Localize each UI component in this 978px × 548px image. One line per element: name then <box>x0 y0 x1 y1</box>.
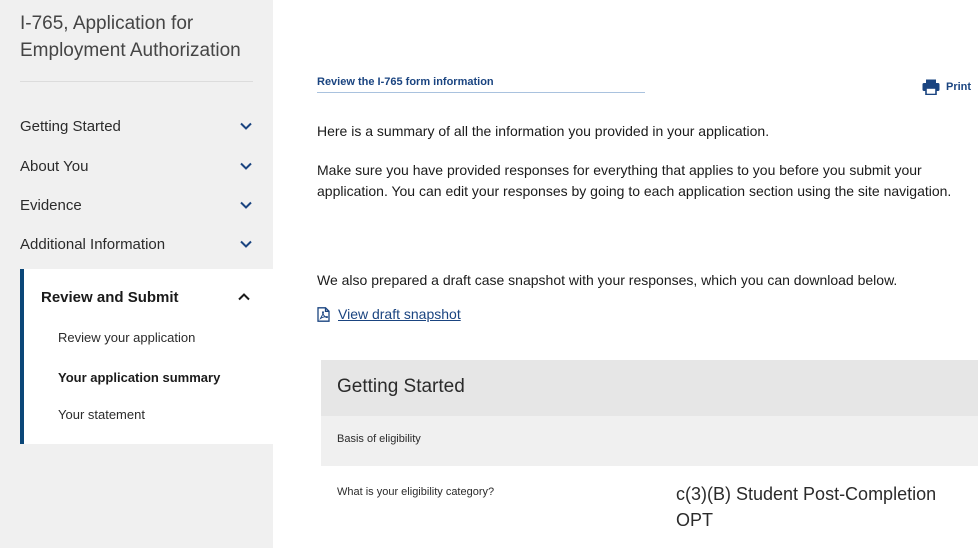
print-label: Print <box>946 81 972 93</box>
printer-icon <box>922 79 940 95</box>
pdf-file-icon <box>317 306 330 322</box>
sidebar: I-765, Application for Employment Author… <box>0 0 273 548</box>
sidebar-item-additional-information[interactable]: Additional Information <box>20 229 253 259</box>
sidebar-subitem-review-your-application[interactable]: Review your application <box>58 330 195 345</box>
main-content: Review the I-765 form information Print … <box>273 0 978 548</box>
section-header-getting-started: Getting Started <box>321 360 978 416</box>
sidebar-subitem-your-application-summary[interactable]: Your application summary <box>58 370 220 385</box>
divider <box>20 81 253 82</box>
sidebar-subitem-your-statement[interactable]: Your statement <box>58 407 145 422</box>
question-label: What is your eligibility category? <box>337 486 495 498</box>
snapshot-text: We also prepared a draft case snapshot w… <box>317 272 898 288</box>
chevron-down-icon <box>239 237 253 251</box>
form-title: I-765, Application for Employment Author… <box>20 13 241 61</box>
subsection-row: Basis of eligibility <box>321 416 978 466</box>
sidebar-item-review-and-submit[interactable]: Review and Submit <box>41 285 251 309</box>
sidebar-item-label: Review and Submit <box>41 288 179 306</box>
instruction-text: Make sure you have provided responses fo… <box>317 162 952 199</box>
print-button[interactable]: Print <box>922 79 971 95</box>
snapshot-link-label: View draft snapshot <box>338 306 461 322</box>
chevron-down-icon <box>239 198 253 212</box>
answer-value: c(3)(B) Student Post-Completion OPT <box>676 484 937 530</box>
sidebar-item-label: Evidence <box>20 196 82 214</box>
sidebar-item-evidence[interactable]: Evidence <box>20 190 253 220</box>
summary-text: Here is a summary of all the information… <box>317 123 770 139</box>
sidebar-item-about-you[interactable]: About You <box>20 151 253 181</box>
chevron-down-icon <box>239 159 253 173</box>
chevron-down-icon <box>239 119 253 133</box>
sidebar-item-label: About You <box>20 157 89 175</box>
chevron-up-icon <box>237 290 251 304</box>
sidebar-item-label: Getting Started <box>20 117 121 135</box>
sidebar-item-getting-started[interactable]: Getting Started <box>20 111 253 141</box>
subsection-title: Basis of eligibility <box>337 433 421 445</box>
review-heading: Review the I-765 form information <box>317 76 494 88</box>
divider <box>317 92 645 93</box>
view-draft-snapshot-link[interactable]: View draft snapshot <box>317 306 461 322</box>
section-title: Getting Started <box>337 376 465 397</box>
sidebar-item-label: Additional Information <box>20 235 166 253</box>
sidebar-section-review-and-submit: Review and Submit Review your applicatio… <box>20 269 273 444</box>
